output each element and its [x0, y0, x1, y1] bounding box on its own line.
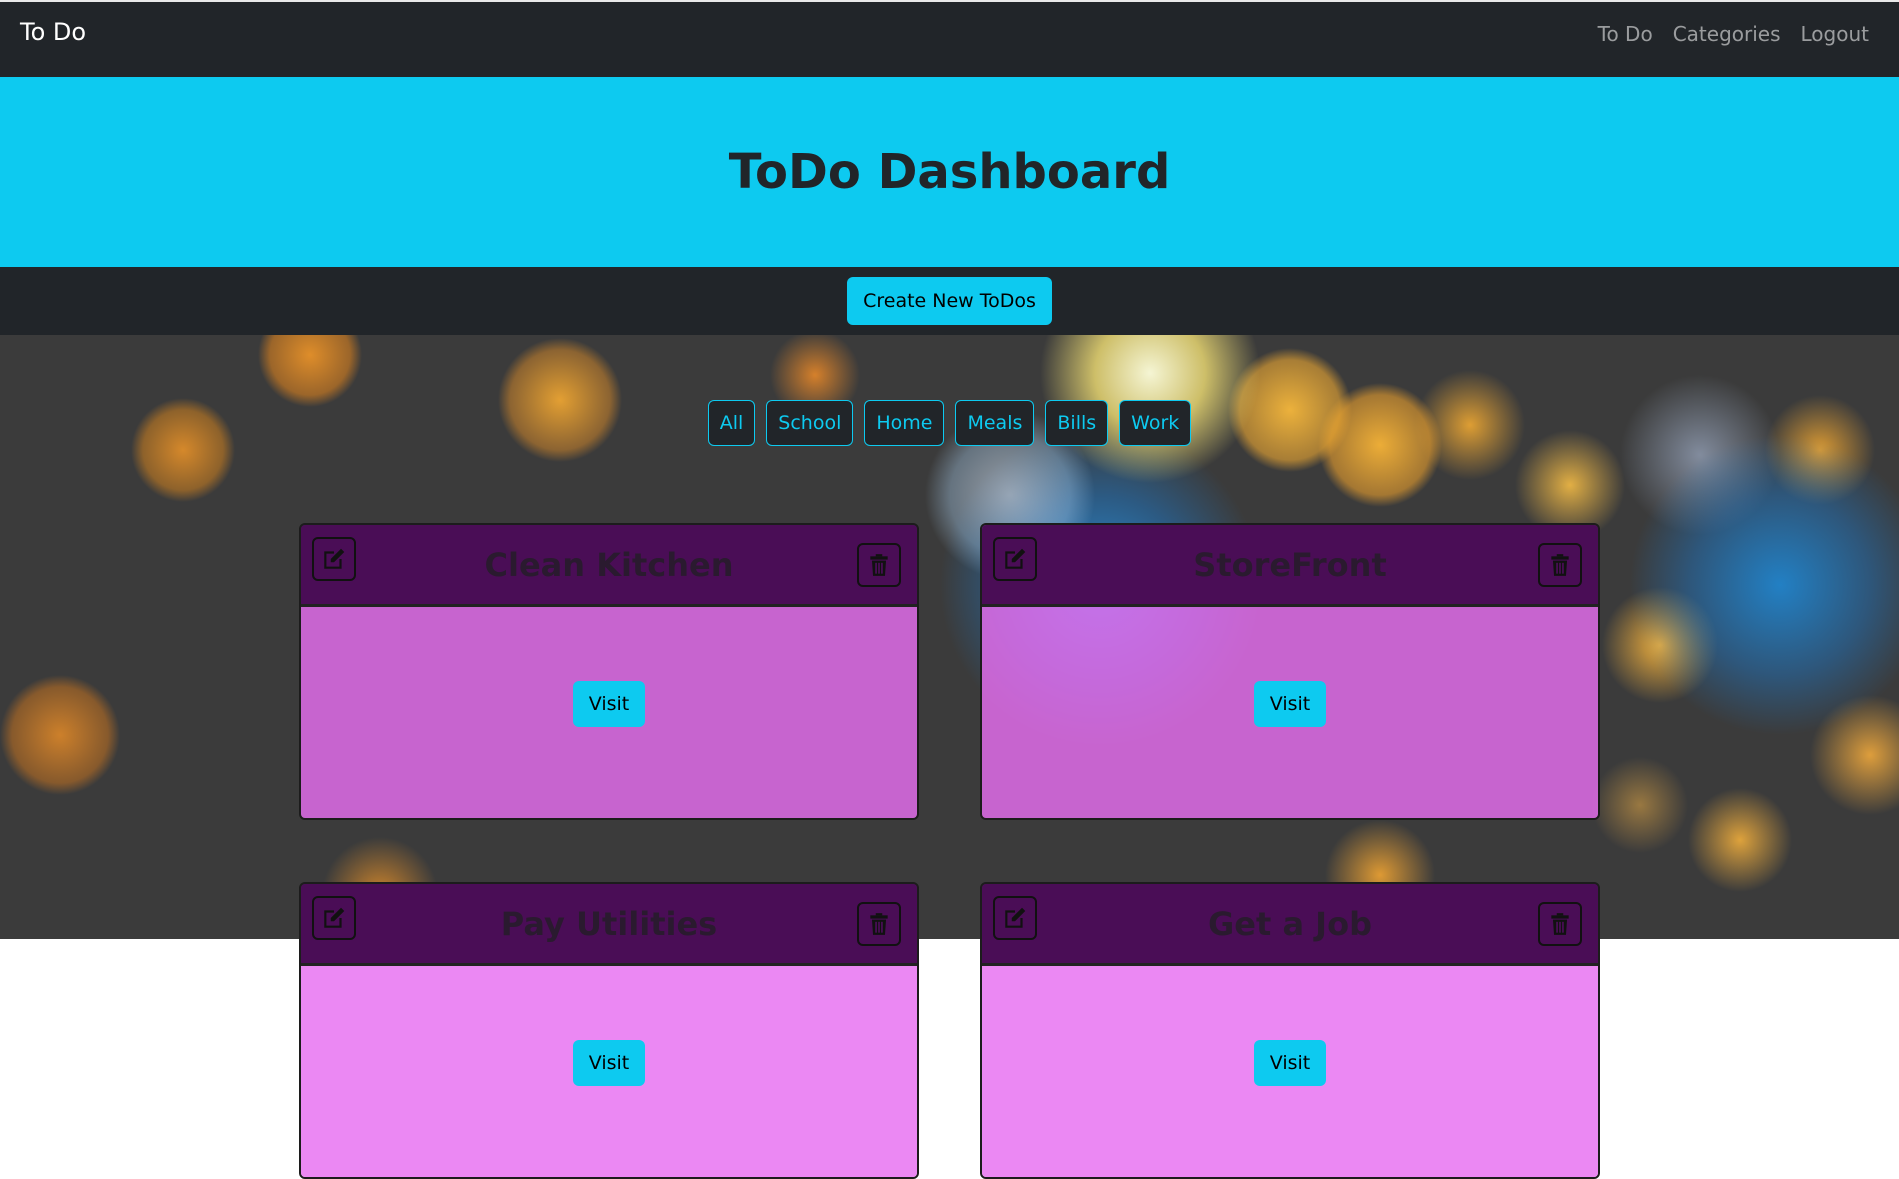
edit-icon — [1005, 907, 1026, 928]
create-bar: Create New ToDos — [0, 267, 1899, 335]
visit-button[interactable]: Visit — [572, 680, 646, 727]
main-content: All School Home Meals Bills Work Clean K… — [0, 335, 1899, 1179]
todo-card-title: Pay Utilities — [500, 904, 718, 943]
filter-all-button[interactable]: All — [707, 400, 756, 446]
visit-button[interactable]: Visit — [1253, 680, 1327, 727]
todo-card-title: StoreFront — [1193, 545, 1387, 584]
delete-button[interactable] — [1538, 902, 1582, 946]
todo-card: Pay Utilities Visit — [299, 882, 919, 1179]
filter-bills-button[interactable]: Bills — [1045, 400, 1109, 446]
edit-button[interactable] — [312, 896, 356, 940]
todo-card-header: StoreFront — [982, 525, 1598, 607]
todo-card-title: Get a Job — [1208, 904, 1372, 943]
todo-card-header: Get a Job — [982, 884, 1598, 966]
nav-link-todo[interactable]: To Do — [1598, 22, 1653, 46]
visit-button[interactable]: Visit — [1253, 1039, 1327, 1086]
trash-icon — [870, 913, 888, 935]
trash-icon — [1551, 913, 1569, 935]
trash-icon — [870, 554, 888, 576]
create-todo-button[interactable]: Create New ToDos — [847, 277, 1052, 325]
filter-meals-button[interactable]: Meals — [955, 400, 1035, 446]
todo-card-body: Visit — [301, 966, 917, 1177]
category-filters: All School Home Meals Bills Work — [0, 400, 1899, 446]
edit-icon — [1005, 548, 1026, 569]
edit-icon — [324, 548, 345, 569]
visit-button[interactable]: Visit — [572, 1039, 646, 1086]
edit-button[interactable] — [993, 537, 1037, 581]
trash-icon — [1551, 554, 1569, 576]
todo-card-body: Visit — [301, 607, 917, 818]
todo-card-header: Pay Utilities — [301, 884, 917, 966]
edit-icon — [324, 907, 345, 928]
edit-button[interactable] — [312, 537, 356, 581]
edit-button[interactable] — [993, 896, 1037, 940]
navbar-brand[interactable]: To Do — [20, 18, 86, 46]
navbar: To Do To Do Categories Logout — [0, 0, 1899, 77]
todo-card-body: Visit — [982, 607, 1598, 818]
todo-card: Get a Job Visit — [980, 882, 1600, 1179]
filter-work-button[interactable]: Work — [1119, 400, 1192, 446]
hero-banner: ToDo Dashboard — [0, 77, 1899, 267]
nav-link-logout[interactable]: Logout — [1801, 22, 1869, 46]
todo-card-header: Clean Kitchen — [301, 525, 917, 607]
todo-card-body: Visit — [982, 966, 1598, 1177]
page-title: ToDo Dashboard — [728, 144, 1171, 200]
delete-button[interactable] — [857, 902, 901, 946]
todo-card: Clean Kitchen Visit — [299, 523, 919, 820]
delete-button[interactable] — [857, 543, 901, 587]
nav-link-categories[interactable]: Categories — [1673, 22, 1781, 46]
filter-home-button[interactable]: Home — [864, 400, 945, 446]
delete-button[interactable] — [1538, 543, 1582, 587]
nav-links: To Do Categories Logout — [1598, 22, 1869, 46]
todo-card: StoreFront Visit — [980, 523, 1600, 820]
todo-card-title: Clean Kitchen — [484, 545, 734, 584]
filter-school-button[interactable]: School — [766, 400, 854, 446]
